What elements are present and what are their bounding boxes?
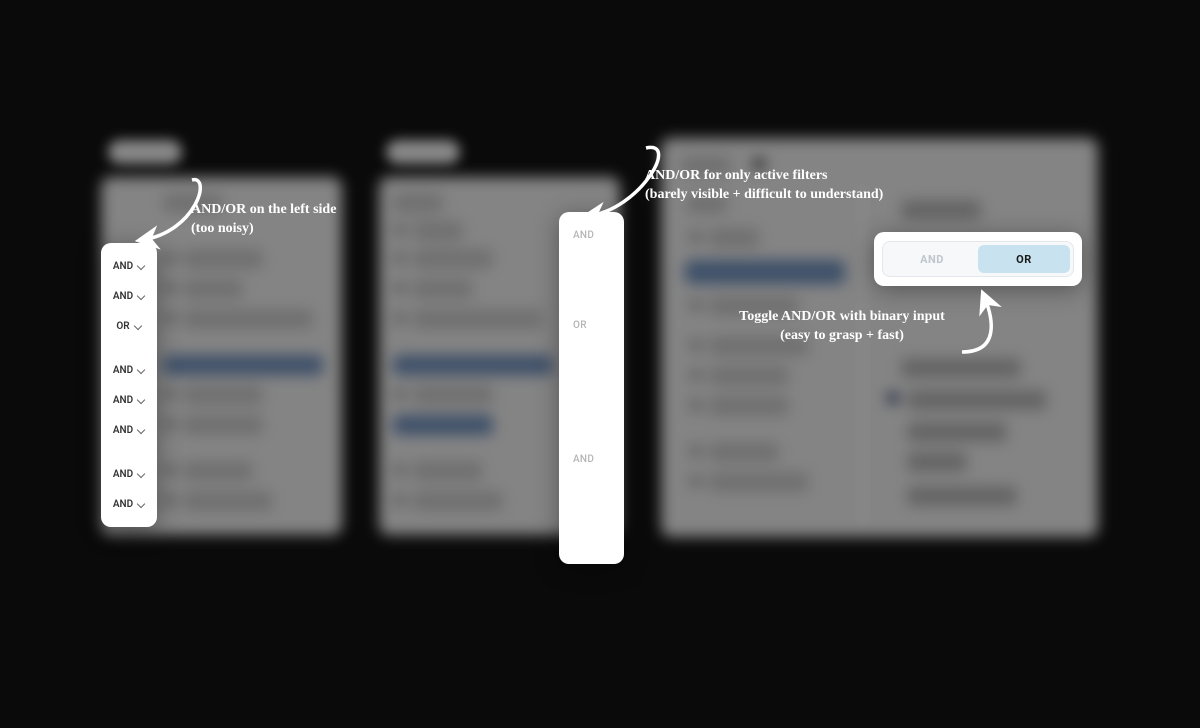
chevron-down-icon [137,470,145,478]
dd-label: AND [113,469,133,480]
toggle-card: AND OR [874,232,1082,286]
gutter-label [559,414,624,444]
chevron-down-icon [137,396,145,404]
dd-label: AND [113,261,133,272]
andor-dropdown[interactable]: AND [101,459,157,489]
andor-dropdown[interactable]: OR [101,311,157,341]
dd-label: AND [113,499,133,510]
andor-dropdown[interactable]: AND [101,251,157,281]
chevron-down-icon [137,426,145,434]
annotation-text: AND/OR for only active filters [645,167,883,186]
annotation-text: (easy to grasp + fast) [712,327,972,346]
andor-segmented-control: AND OR [882,241,1074,277]
toggle-label: AND [920,253,944,266]
andor-dropdown[interactable]: AND [101,385,157,415]
annotation-right: Toggle AND/OR with binary input (easy to… [712,308,972,346]
gutter-label [559,250,624,280]
andor-dropdown[interactable]: AND [101,281,157,311]
andor-dropdown[interactable]: AND [101,489,157,519]
mock-divider [862,185,863,525]
annotation-text: Toggle AND/OR with binary input [712,308,972,327]
dd-label: AND [113,425,133,436]
dd-label: AND [113,365,133,376]
gutter-label [559,488,624,518]
annotation-text: (too noisy) [191,220,336,239]
chevron-down-icon [137,262,145,270]
gutter-label: AND [559,220,624,250]
annotation-text: (barely visible + difficult to understan… [645,186,883,205]
andor-dropdown[interactable]: AND [101,355,157,385]
gutter-stack-card: AND OR AND [559,212,624,564]
toggle-and-option[interactable]: AND [886,245,978,273]
dropdown-stack-card: AND AND OR AND AND AND AND AND [101,243,157,527]
gutter-label [559,280,624,310]
annotation-text: AND/OR on the left side [191,201,336,220]
dd-label: AND [113,291,133,302]
chevron-down-icon [137,366,145,374]
mock-badge [386,140,460,164]
dd-label: OR [116,321,129,332]
gutter-label: OR [559,310,624,340]
gutter-label [559,518,624,548]
chevron-down-icon [137,292,145,300]
annotation-left: AND/OR on the left side (too noisy) [191,201,336,239]
chevron-down-icon [137,500,145,508]
gutter-label [559,384,624,414]
annotation-middle: AND/OR for only active filters (barely v… [645,167,883,205]
gutter-label: AND [559,444,624,474]
gutter-label [559,354,624,384]
andor-dropdown[interactable]: AND [101,415,157,445]
toggle-label: OR [1016,253,1032,266]
dd-label: AND [113,395,133,406]
mock-badge [108,140,182,164]
toggle-or-option[interactable]: OR [978,245,1070,273]
chevron-down-icon [134,322,142,330]
